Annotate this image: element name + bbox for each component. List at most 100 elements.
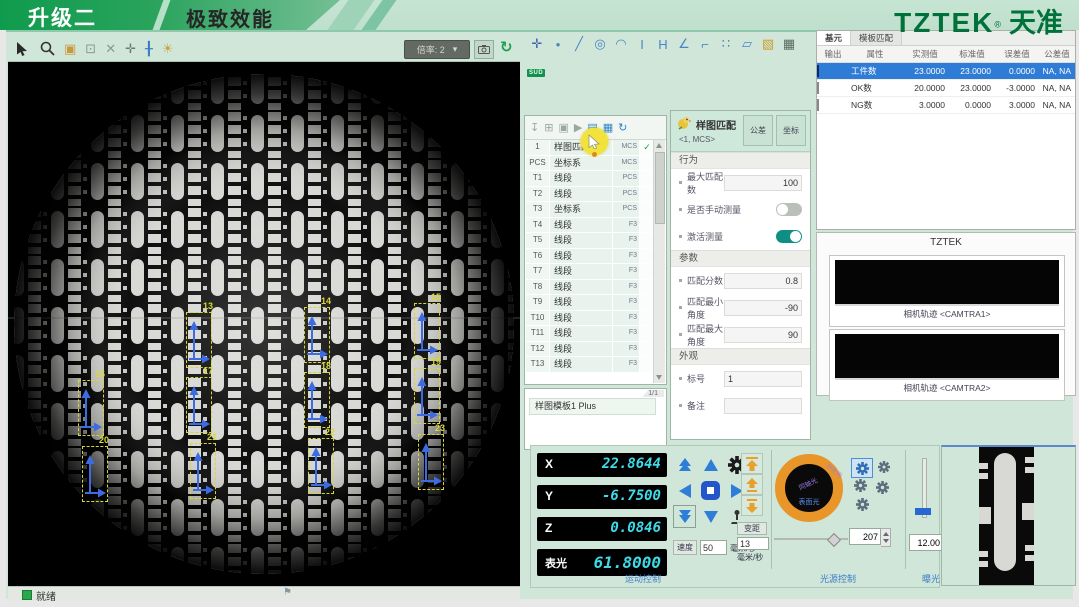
surface-light-channel-button[interactable] — [853, 478, 867, 492]
import-icon[interactable]: ↧ — [530, 121, 539, 134]
output-checkbox[interactable] — [817, 82, 819, 94]
exposure-value-input[interactable] — [909, 534, 943, 551]
item-ref: F3 — [613, 218, 640, 233]
table-row[interactable]: OK数 20.0000 23.0000 -3.0000 NA, NA — [817, 80, 1075, 97]
list-item[interactable]: T2线段PCS — [526, 187, 654, 203]
magnification-select[interactable]: 倍率: 2 ▾ — [404, 40, 470, 59]
light-intensity-slider[interactable] — [774, 534, 848, 544]
label-number-input[interactable] — [724, 371, 802, 387]
coaxial-light-channel-button[interactable] — [877, 460, 890, 473]
slider-handle[interactable] — [827, 533, 841, 547]
max-match-input[interactable] — [724, 175, 802, 191]
part-image — [942, 447, 1075, 585]
save-icon[interactable]: ▣ — [558, 121, 568, 134]
run-icon[interactable]: ▶ — [574, 121, 582, 134]
list-item[interactable]: T5线段F3 — [526, 233, 654, 249]
list-item[interactable]: PCS坐标系MCS — [526, 156, 654, 172]
jog-left-button[interactable] — [673, 479, 696, 502]
back-light-channel-button[interactable] — [875, 480, 889, 494]
camera-view[interactable]: 1314151617181920212223 — [8, 62, 520, 586]
item-name: 线段 — [550, 171, 613, 186]
tolerance-button[interactable]: 公差 — [743, 115, 773, 146]
jog-up-button[interactable] — [699, 453, 722, 476]
template-icon[interactable]: ▧ — [761, 36, 775, 52]
close-region-icon[interactable]: ✕ — [105, 41, 116, 57]
horizontal-distance-icon[interactable]: H — [656, 37, 670, 52]
speed-input[interactable] — [700, 540, 727, 555]
list-item[interactable]: T4线段F3 — [526, 218, 654, 234]
z-up-button[interactable] — [741, 474, 763, 495]
cursor-icon[interactable] — [14, 41, 30, 57]
tab-primitive[interactable]: 基元 — [817, 31, 851, 45]
scroll-thumb[interactable] — [655, 152, 665, 224]
z-up-limit-button[interactable] — [741, 453, 763, 474]
match-score-input[interactable] — [724, 273, 802, 289]
output-checkbox[interactable] — [817, 99, 819, 111]
list-item[interactable]: T7线段F3 — [526, 264, 654, 280]
table-row[interactable]: 工件数 23.0000 23.0000 0.0000 NA, NA — [817, 63, 1075, 80]
snapshot-button[interactable] — [474, 40, 494, 59]
active-measure-toggle[interactable] — [776, 230, 802, 243]
measure-icon[interactable]: ╂ — [145, 41, 153, 57]
list-item[interactable]: T6线段F3 — [526, 249, 654, 265]
step-button[interactable]: 变距 — [737, 522, 767, 535]
polygon-icon[interactable]: ▱ — [740, 36, 754, 52]
list-item[interactable]: T12线段F3 — [526, 342, 654, 358]
output-checkbox[interactable] — [817, 65, 819, 77]
list-item[interactable]: T8线段F3 — [526, 280, 654, 296]
lamp-icon[interactable]: ☀ — [162, 41, 174, 57]
ring-light-channel-button[interactable] — [851, 458, 873, 478]
list-item[interactable]: T10线段F3 — [526, 311, 654, 327]
calculator-icon[interactable]: ▦ — [782, 36, 796, 52]
exposure-slider-handle[interactable] — [915, 508, 931, 515]
z-down-button[interactable] — [741, 495, 763, 516]
banner-badge: 升级二 — [28, 2, 97, 32]
property-row: 匹配分数 — [671, 267, 810, 294]
fillet-icon[interactable]: ⌐ — [698, 37, 712, 52]
capture-frame-icon[interactable]: ⊡ — [85, 41, 96, 57]
list-item[interactable]: T1线段PCS — [526, 171, 654, 187]
list-item[interactable]: T13线段F3 — [526, 357, 654, 373]
jog-down-fast-button[interactable] — [673, 505, 696, 528]
coordinate-button[interactable]: 坐标 — [776, 115, 806, 146]
table-row[interactable]: NG数 3.0000 0.0000 3.0000 NA, NA — [817, 97, 1075, 114]
min-angle-input[interactable] — [724, 300, 802, 316]
list-item[interactable]: T11线段F3 — [526, 326, 654, 342]
step-input[interactable] — [737, 537, 769, 550]
line-icon[interactable]: ╱ — [572, 36, 586, 52]
scroll-up-icon[interactable] — [656, 143, 662, 148]
list-item[interactable]: T3坐标系PCS — [526, 202, 654, 218]
angle-icon[interactable]: ∠ — [677, 36, 691, 52]
refresh-icon[interactable]: ↻ — [618, 121, 627, 134]
ring-light-graphic[interactable]: 环形光 同轴光 表面光 — [774, 453, 844, 523]
remark-input[interactable] — [724, 398, 802, 414]
scatter-icon[interactable]: ∷ — [719, 36, 733, 52]
max-angle-input[interactable] — [724, 327, 802, 343]
item-ref: F3 — [613, 280, 640, 295]
item-ref: MCS — [613, 156, 640, 171]
scroll-down-icon[interactable] — [656, 375, 662, 380]
template-item[interactable]: 样图模板1 Plus — [529, 398, 656, 415]
light-value-input[interactable] — [849, 528, 881, 545]
circle-icon[interactable]: ◎ — [593, 36, 607, 52]
vertical-distance-icon[interactable]: I — [635, 37, 649, 52]
copy-icon[interactable]: ⊞ — [544, 121, 553, 134]
jog-down-button[interactable] — [699, 505, 722, 528]
manual-measure-toggle[interactable] — [776, 203, 802, 216]
arc-icon[interactable]: ◠ — [614, 36, 628, 52]
crosshair-icon[interactable]: ✛ — [125, 41, 136, 57]
coordinate-icon[interactable]: ✛ — [530, 36, 544, 52]
spinner[interactable] — [881, 528, 891, 547]
list-item[interactable]: T9线段F3 — [526, 295, 654, 311]
sync-icon[interactable]: ↻ — [500, 38, 513, 56]
jog-stop-button[interactable] — [699, 479, 722, 502]
flag-icon[interactable]: ⚑ — [283, 587, 292, 598]
point-icon[interactable]: • — [551, 37, 565, 52]
zoom-camera-view[interactable] — [941, 445, 1076, 586]
image-icon[interactable]: ▣ — [64, 41, 76, 57]
zoom-icon[interactable] — [39, 41, 55, 57]
aux-light-channel-button[interactable] — [855, 497, 869, 511]
speed-button[interactable]: 速度 — [673, 540, 697, 555]
scrollbar[interactable] — [653, 140, 665, 383]
jog-up-fast-button[interactable] — [673, 453, 696, 476]
